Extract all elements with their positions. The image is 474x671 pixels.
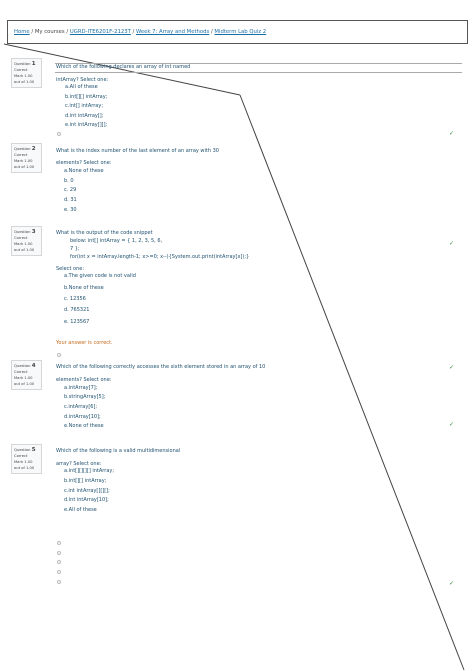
question-mark: Mark 1.00 out of 1.00: [14, 242, 35, 252]
feedback-text: Your answer is correct.: [56, 340, 113, 346]
radio-button[interactable]: [57, 541, 61, 545]
check-icon: ✓: [449, 240, 455, 247]
option-d[interactable]: d.intArray[10];: [64, 414, 101, 420]
option-e[interactable]: e.int intArray[][];: [65, 122, 107, 128]
radio-button[interactable]: [57, 353, 61, 357]
question-text: Which of the following is a valid multid…: [56, 448, 181, 454]
question-divider: [55, 72, 462, 73]
option-a[interactable]: a.int[][][][] intArray;: [64, 468, 114, 474]
option-b[interactable]: b.int[][] intArray;: [64, 478, 106, 484]
option-d[interactable]: d.int intArray[10];: [64, 497, 109, 503]
question-mark: Mark 1.00 out of 1.00: [14, 159, 35, 169]
option-c[interactable]: c.intArray[6];: [64, 404, 97, 410]
radio-button[interactable]: [57, 570, 61, 574]
question-info-3: Question 3 Correct Mark 1.00 out of 1.00: [11, 226, 42, 256]
radio-button[interactable]: [57, 132, 61, 136]
option-b[interactable]: b.None of these: [64, 285, 104, 291]
option-c[interactable]: c. 29: [64, 187, 76, 193]
question-text: What is the index number of the last ele…: [56, 148, 219, 154]
code-line-3: for(int x = intArray.length-1; x>=0; x--…: [70, 254, 250, 260]
question-text-continued: Select one:: [56, 266, 85, 272]
option-a[interactable]: a.All of these: [65, 84, 98, 90]
question-text: What is the output of the code snippet: [56, 230, 153, 236]
question-number: 2: [31, 146, 36, 152]
question-text: Which of the following declares an array…: [56, 64, 191, 70]
question-mark: Mark 1.00 out of 1.00: [14, 74, 35, 84]
check-icon: ✓: [449, 580, 455, 587]
option-d[interactable]: d. 31: [64, 197, 77, 203]
question-text-continued: array? Select one:: [56, 461, 102, 467]
option-d[interactable]: d.int intArray[];: [65, 113, 103, 119]
option-c[interactable]: c.int[] intArray;: [65, 103, 103, 109]
question-text-continued: elements? Select one:: [56, 377, 112, 383]
question-label: Question: [14, 364, 31, 368]
question-info-5: Question 5 Correct Mark 1.00 out of 1.00: [11, 444, 42, 474]
option-a[interactable]: a.The given code is not valid: [64, 273, 136, 279]
option-e[interactable]: e. 123567: [64, 319, 89, 325]
radio-button[interactable]: [57, 560, 61, 564]
option-a[interactable]: a.None of these: [64, 168, 104, 174]
question-mark: Mark 1.00 out of 1.00: [14, 376, 35, 386]
question-label: Question: [14, 147, 31, 151]
option-c[interactable]: c. 12356: [64, 296, 86, 302]
option-e[interactable]: e.None of these: [64, 423, 104, 429]
question-label: Question: [14, 448, 31, 452]
radio-button[interactable]: [57, 580, 61, 584]
question-number: 1: [31, 61, 36, 67]
question-label: Question: [14, 62, 31, 66]
option-c[interactable]: c.int intArray[][][];: [64, 488, 110, 494]
question-number: 5: [31, 447, 36, 453]
scan-artifact-lines: [3, 43, 465, 671]
option-a[interactable]: a.intArray[7];: [64, 385, 97, 391]
check-icon: ✓: [449, 421, 455, 428]
question-text-continued: intArray? Select one:: [56, 77, 109, 83]
check-icon: ✓: [449, 364, 455, 371]
question-info-1: Question 1 Correct Mark 1.00 out of 1.00: [11, 58, 42, 88]
code-line-1: below: int[] intArray = { 1, 2, 3, 5, 6,: [70, 238, 163, 244]
code-line-2: 7 };: [70, 246, 80, 252]
question-mark: Mark 1.00 out of 1.00: [14, 460, 35, 470]
question-text-continued: elements? Select one:: [56, 160, 112, 166]
question-text: Which of the following correctly accesse…: [56, 364, 266, 370]
option-d[interactable]: d. 765321: [64, 307, 89, 313]
check-icon: ✓: [449, 130, 455, 137]
option-e[interactable]: e.All of these: [64, 507, 97, 513]
option-b[interactable]: b.stringArray[5];: [64, 394, 105, 400]
question-info-2: Question 2 Correct Mark 1.00 out of 1.00: [11, 143, 42, 173]
question-number: 3: [31, 229, 36, 235]
option-e[interactable]: e. 30: [64, 207, 77, 213]
option-b[interactable]: b. 0: [64, 178, 74, 184]
question-info-4: Question 4 Correct Mark 1.00 out of 1.00: [11, 360, 42, 390]
option-b[interactable]: b.int[][] intArray;: [65, 94, 107, 100]
question-label: Question: [14, 230, 31, 234]
question-number: 4: [31, 363, 36, 369]
radio-button[interactable]: [57, 551, 61, 555]
